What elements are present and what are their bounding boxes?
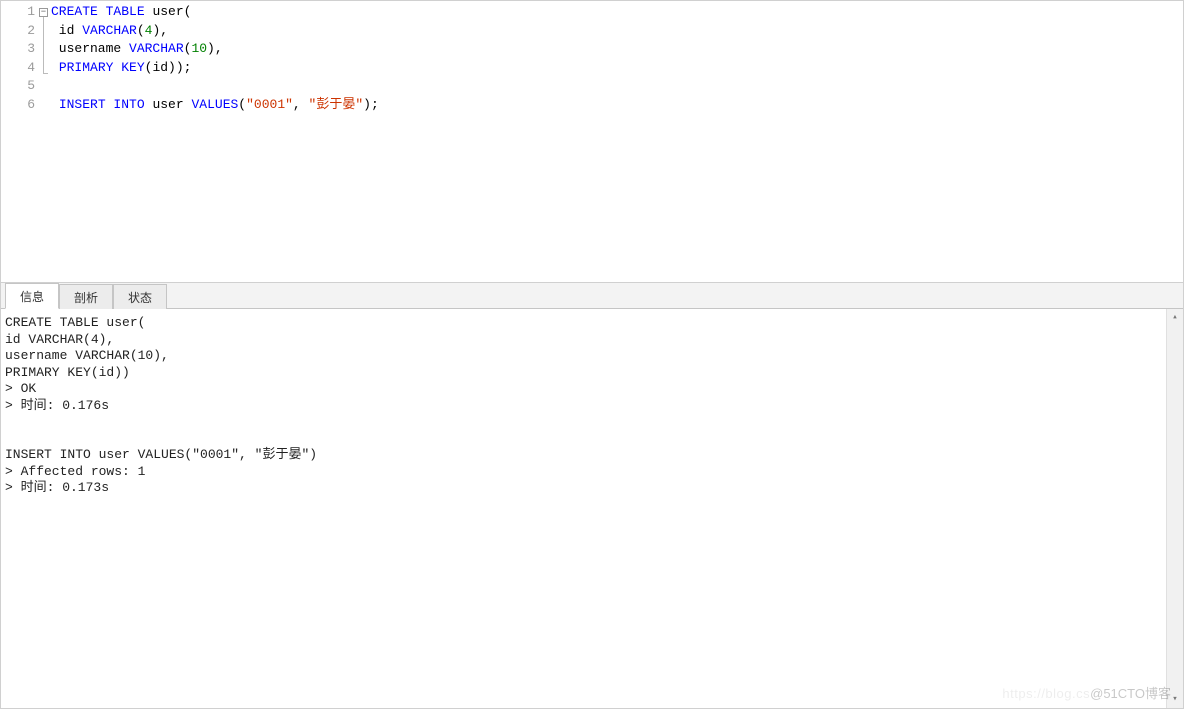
line-number: 4 — [1, 59, 35, 78]
code-line[interactable]: PRIMARY KEY(id)); — [51, 59, 379, 78]
code-area: 123456 − CREATE TABLE user( id VARCHAR(4… — [1, 1, 1183, 114]
code-line[interactable] — [51, 77, 379, 96]
output-pane: CREATE TABLE user( id VARCHAR(4), userna… — [1, 309, 1183, 708]
tab-剖析[interactable]: 剖析 — [59, 284, 113, 309]
fold-toggle-icon[interactable]: − — [39, 8, 48, 17]
tab-信息[interactable]: 信息 — [5, 283, 59, 309]
fold-guide-end — [43, 73, 48, 74]
vertical-scrollbar[interactable]: ▴ ▾ — [1166, 309, 1183, 708]
tab-状态[interactable]: 状态 — [113, 284, 167, 309]
line-number: 6 — [1, 96, 35, 115]
app-window: 123456 − CREATE TABLE user( id VARCHAR(4… — [0, 0, 1184, 709]
fold-column: − — [39, 3, 51, 114]
code-line[interactable]: INSERT INTO user VALUES("0001", "彭于晏"); — [51, 96, 379, 115]
fold-guide — [43, 17, 44, 74]
line-number: 2 — [1, 22, 35, 41]
code-line[interactable]: id VARCHAR(4), — [51, 22, 379, 41]
output-log[interactable]: CREATE TABLE user( id VARCHAR(4), userna… — [1, 309, 1166, 708]
line-number: 1 — [1, 3, 35, 22]
code-line[interactable]: CREATE TABLE user( — [51, 3, 379, 22]
code-lines[interactable]: CREATE TABLE user( id VARCHAR(4), userna… — [51, 3, 379, 114]
line-number-gutter: 123456 — [1, 3, 39, 114]
scroll-up-icon[interactable]: ▴ — [1167, 309, 1183, 326]
line-number: 5 — [1, 77, 35, 96]
scroll-down-icon[interactable]: ▾ — [1167, 691, 1183, 708]
line-number: 3 — [1, 40, 35, 59]
output-tabs: 信息剖析状态 — [1, 283, 1183, 309]
code-line[interactable]: username VARCHAR(10), — [51, 40, 379, 59]
sql-editor[interactable]: 123456 − CREATE TABLE user( id VARCHAR(4… — [1, 1, 1183, 283]
